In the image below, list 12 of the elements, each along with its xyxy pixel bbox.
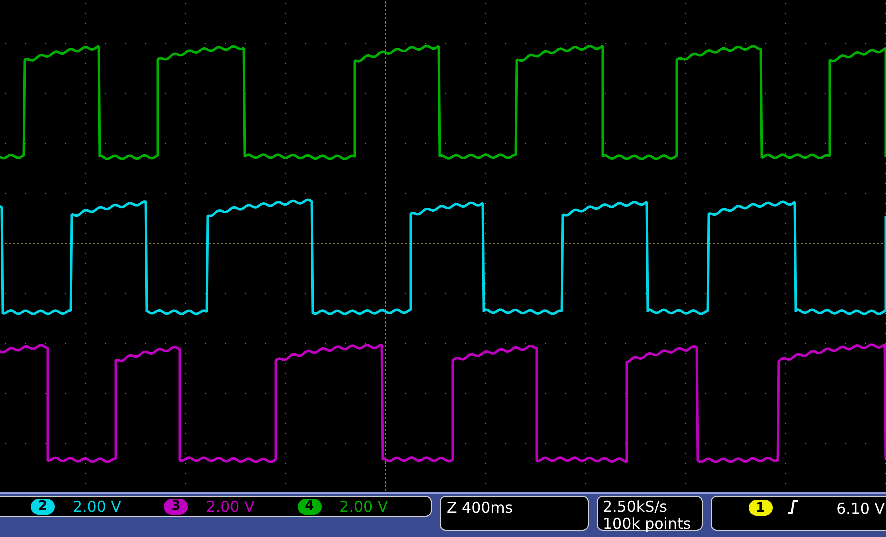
trigger-panel[interactable]: 1 6.10 V xyxy=(711,496,886,531)
channel-scale: 2.00 V xyxy=(73,498,122,516)
timebase-panel[interactable]: Z 400ms xyxy=(440,496,589,531)
channel-badge[interactable]: 3 xyxy=(164,498,188,514)
channel-scale: 2.00 V xyxy=(340,498,388,516)
channel-badge[interactable]: 4 xyxy=(298,498,322,514)
channel-badge[interactable]: 2 xyxy=(31,498,55,514)
channel-scale: 2.00 V xyxy=(206,498,255,516)
trigger-channel-badge: 1 xyxy=(748,500,773,516)
acquisition-panel[interactable]: 2.50kS/s 100k points xyxy=(597,496,703,531)
trigger-level: 6.10 V xyxy=(836,500,885,518)
rising-edge-icon xyxy=(786,500,799,514)
